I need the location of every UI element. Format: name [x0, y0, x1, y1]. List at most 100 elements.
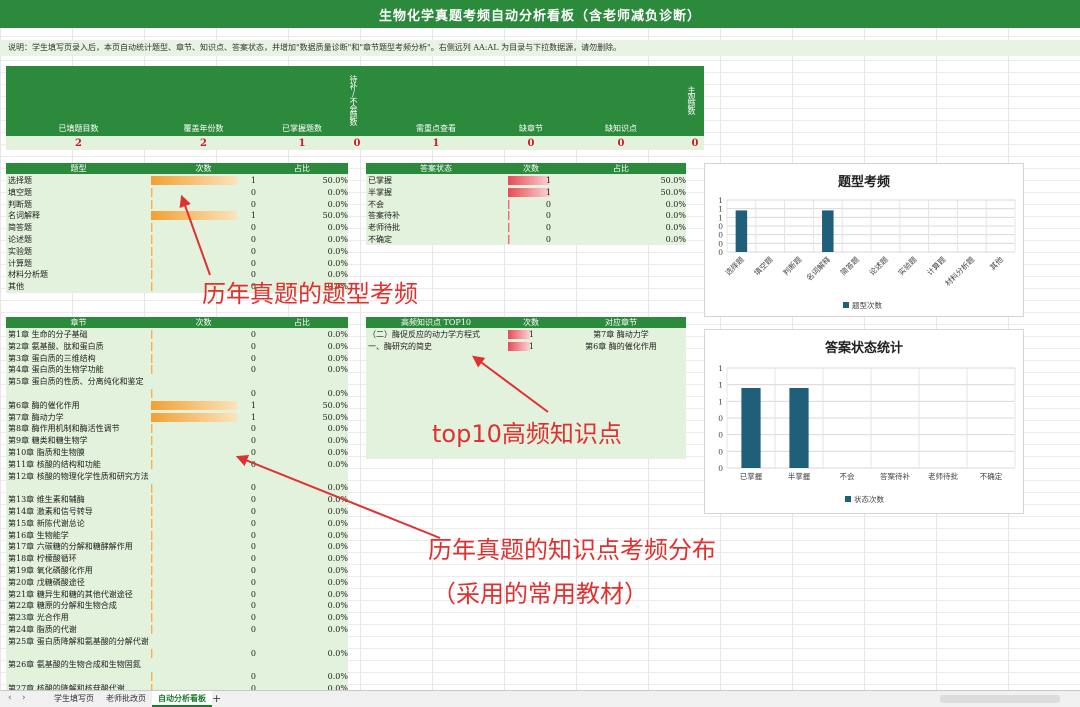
data-bar	[151, 459, 153, 469]
question-type-chart[interactable]: 题型考频 0 0 0 0 1 1 1 选择题 填空题 判断题 名词解释 简答题 论述题 实验题 计算题 材料分…	[704, 163, 1024, 317]
data-bar	[508, 235, 510, 244]
question-type-chart-svg: 0000111选择题 填空题 判断题 名词解释 简答题 论述题 实验题 计算题材料分析题 其他题…	[718, 196, 1016, 310]
annotation-textbook: （采用的常用教材）	[432, 580, 648, 608]
header-ratio: 占比	[294, 164, 310, 173]
row-ratio: 0.0%	[327, 436, 348, 446]
summary-label: 已掌握题数	[256, 66, 348, 136]
row-ratio: 50.0%	[322, 400, 348, 410]
row-count: 1	[528, 330, 534, 339]
sheet-tab-bar: ‹ › 学生填写页 老师批改页 自动分析看板 +	[0, 690, 1080, 707]
row-ratio: 0.0%	[327, 223, 348, 233]
row-label: 名词解释	[8, 211, 40, 221]
row-count: 0	[250, 684, 256, 690]
add-sheet-button[interactable]: +	[212, 692, 221, 705]
row-count: 0	[250, 353, 256, 363]
summary-value: 0	[506, 136, 556, 150]
row-label: 填空题	[8, 187, 32, 197]
chapter-table: 章节 次数 占比 第1章 生命的分子基础 0 0.0% 第2章 氨基酸、肽和蛋白质 0 0…	[6, 317, 348, 690]
header-count: 次数	[523, 318, 539, 327]
horizontal-scrollbar[interactable]	[940, 695, 1060, 703]
row-ratio: 0.0%	[327, 246, 348, 256]
row-ratio: 0.0%	[327, 495, 348, 505]
chevron-right-icon[interactable]: ›	[22, 693, 26, 703]
row-label: 不会	[368, 199, 384, 209]
y-tick-label: 0	[718, 431, 723, 440]
row-count: 1	[528, 341, 534, 351]
x-tick-label: 简答题	[838, 254, 861, 277]
table-row: 第19章 氧化磷酸化作用 0 0.0%	[6, 565, 348, 577]
row-label: 计算题	[8, 258, 32, 268]
x-tick-label: 选择题	[723, 254, 746, 277]
row-ratio: 0.0%	[327, 483, 348, 493]
row-ratio: 0.0%	[327, 577, 348, 587]
summary-label: 待补/不会题数	[348, 66, 366, 136]
row-count: 0	[545, 199, 551, 209]
row-label: 半掌握	[368, 187, 392, 197]
data-bar	[151, 211, 237, 221]
row-count: 0	[250, 589, 256, 599]
row-count: 0	[250, 365, 256, 375]
data-bar	[151, 577, 153, 587]
data-bar	[508, 223, 510, 233]
spreadsheet-grid[interactable]: 生物化学真题考频自动分析看板（含老师减负诊断） 说明：学生填写页录入后，本页自动…	[0, 0, 1080, 690]
summary-label: 覆盖年份数	[151, 66, 256, 136]
table-row: 第26章 氨基酸的生物合成和生物固氮 0 0.0%	[6, 659, 348, 683]
answer-status-chart[interactable]: 答案状态统计 0 0 0 0 1 1 1 已掌握 半掌握 不会 答案待补 老师待批 不确定 状态次数	[704, 329, 1024, 514]
x-tick-label: 名词解释	[804, 254, 833, 283]
row-ratio: 0.0%	[327, 235, 348, 244]
data-bar	[151, 566, 153, 575]
row-count: 0	[250, 495, 256, 505]
table-row: 计算题 0 0.0%	[6, 258, 348, 270]
tab-auto-dashboard[interactable]: 自动分析看板	[152, 691, 212, 707]
x-tick-label: 不确定	[980, 471, 1003, 481]
row-ratio: 0.0%	[665, 211, 686, 221]
table-row: 第11章 核酸的结构和功能 0 0.0%	[6, 459, 348, 471]
row-label: 第23章 光合作用	[8, 613, 69, 623]
row-ratio: 50.0%	[322, 412, 348, 422]
row-ratio: 0.0%	[327, 530, 348, 540]
row-label: （二）酶促反应的动力学方程式	[368, 330, 480, 339]
header-ratio: 占比	[294, 318, 310, 327]
table-row: 第14章 激素和信号转导 0 0.0%	[6, 506, 348, 518]
instruction-note: 说明：学生填写页录入后，本页自动统计题型、章节、知识点、答案状态，并增加"数据质…	[0, 40, 1080, 56]
table-row: 第16章 生物能学 0 0.0%	[6, 530, 348, 542]
data-bar	[151, 353, 153, 363]
data-bar	[151, 530, 153, 540]
row-label: 第4章 蛋白质的生物学功能	[8, 365, 104, 375]
table-row: 论述题 0 0.0%	[6, 234, 348, 246]
row-ratio: 0.0%	[665, 223, 686, 233]
data-bar	[151, 483, 153, 493]
row-count: 1	[250, 412, 256, 422]
header-count: 次数	[523, 164, 539, 173]
x-tick-label: 计算题	[924, 254, 947, 277]
summary-label: 缺章节	[506, 66, 556, 136]
row-label: 第27章 核酸的降解和核苷酸代谢	[8, 684, 125, 690]
row-count: 0	[250, 672, 256, 682]
answer-status-table: 答案状态 次数 占比 已掌握 1 50.0% 半掌握 1 50.0% 不会 0 0.0% 答案待补…	[366, 163, 686, 245]
tab-student-entry[interactable]: 学生填写页	[48, 691, 100, 707]
chevron-left-icon[interactable]: ‹	[8, 693, 12, 703]
row-ratio: 0.0%	[327, 199, 348, 209]
summary-label: 缺知识点	[556, 66, 686, 136]
row-ratio: 0.0%	[327, 554, 348, 564]
row-count: 0	[545, 223, 551, 233]
tab-teacher-review[interactable]: 老师批改页	[100, 691, 152, 707]
row-ratio: 0.0%	[327, 625, 348, 634]
summary-metric: 已掌握题数 1	[256, 66, 348, 150]
x-tick-label: 其他	[987, 254, 1005, 272]
row-label: 判断题	[8, 199, 32, 209]
data-bar	[151, 365, 153, 375]
summary-metric: 主观题数 0	[686, 66, 704, 150]
row-label: 第11章 核酸的结构和功能	[8, 459, 101, 469]
data-bar	[151, 448, 153, 457]
row-count: 0	[250, 577, 256, 587]
x-tick-label: 已掌握	[740, 471, 763, 481]
table-row: 第12章 核酸的物理化学性质和研究方法 0 0.0%	[6, 471, 348, 495]
header-ratio: 占比	[613, 164, 629, 173]
row-ratio: 0.0%	[327, 459, 348, 469]
x-tick-label: 半掌握	[788, 471, 811, 481]
y-tick-label: 1	[718, 196, 723, 205]
row-count: 0	[250, 235, 256, 244]
table-header: 章节 次数 占比	[6, 317, 348, 328]
answer-status-chart-svg: 0 0 0 0 1 1 1 已掌握 半掌握 不会 答案待补 老师待批 不确定状态次数	[718, 364, 1016, 504]
